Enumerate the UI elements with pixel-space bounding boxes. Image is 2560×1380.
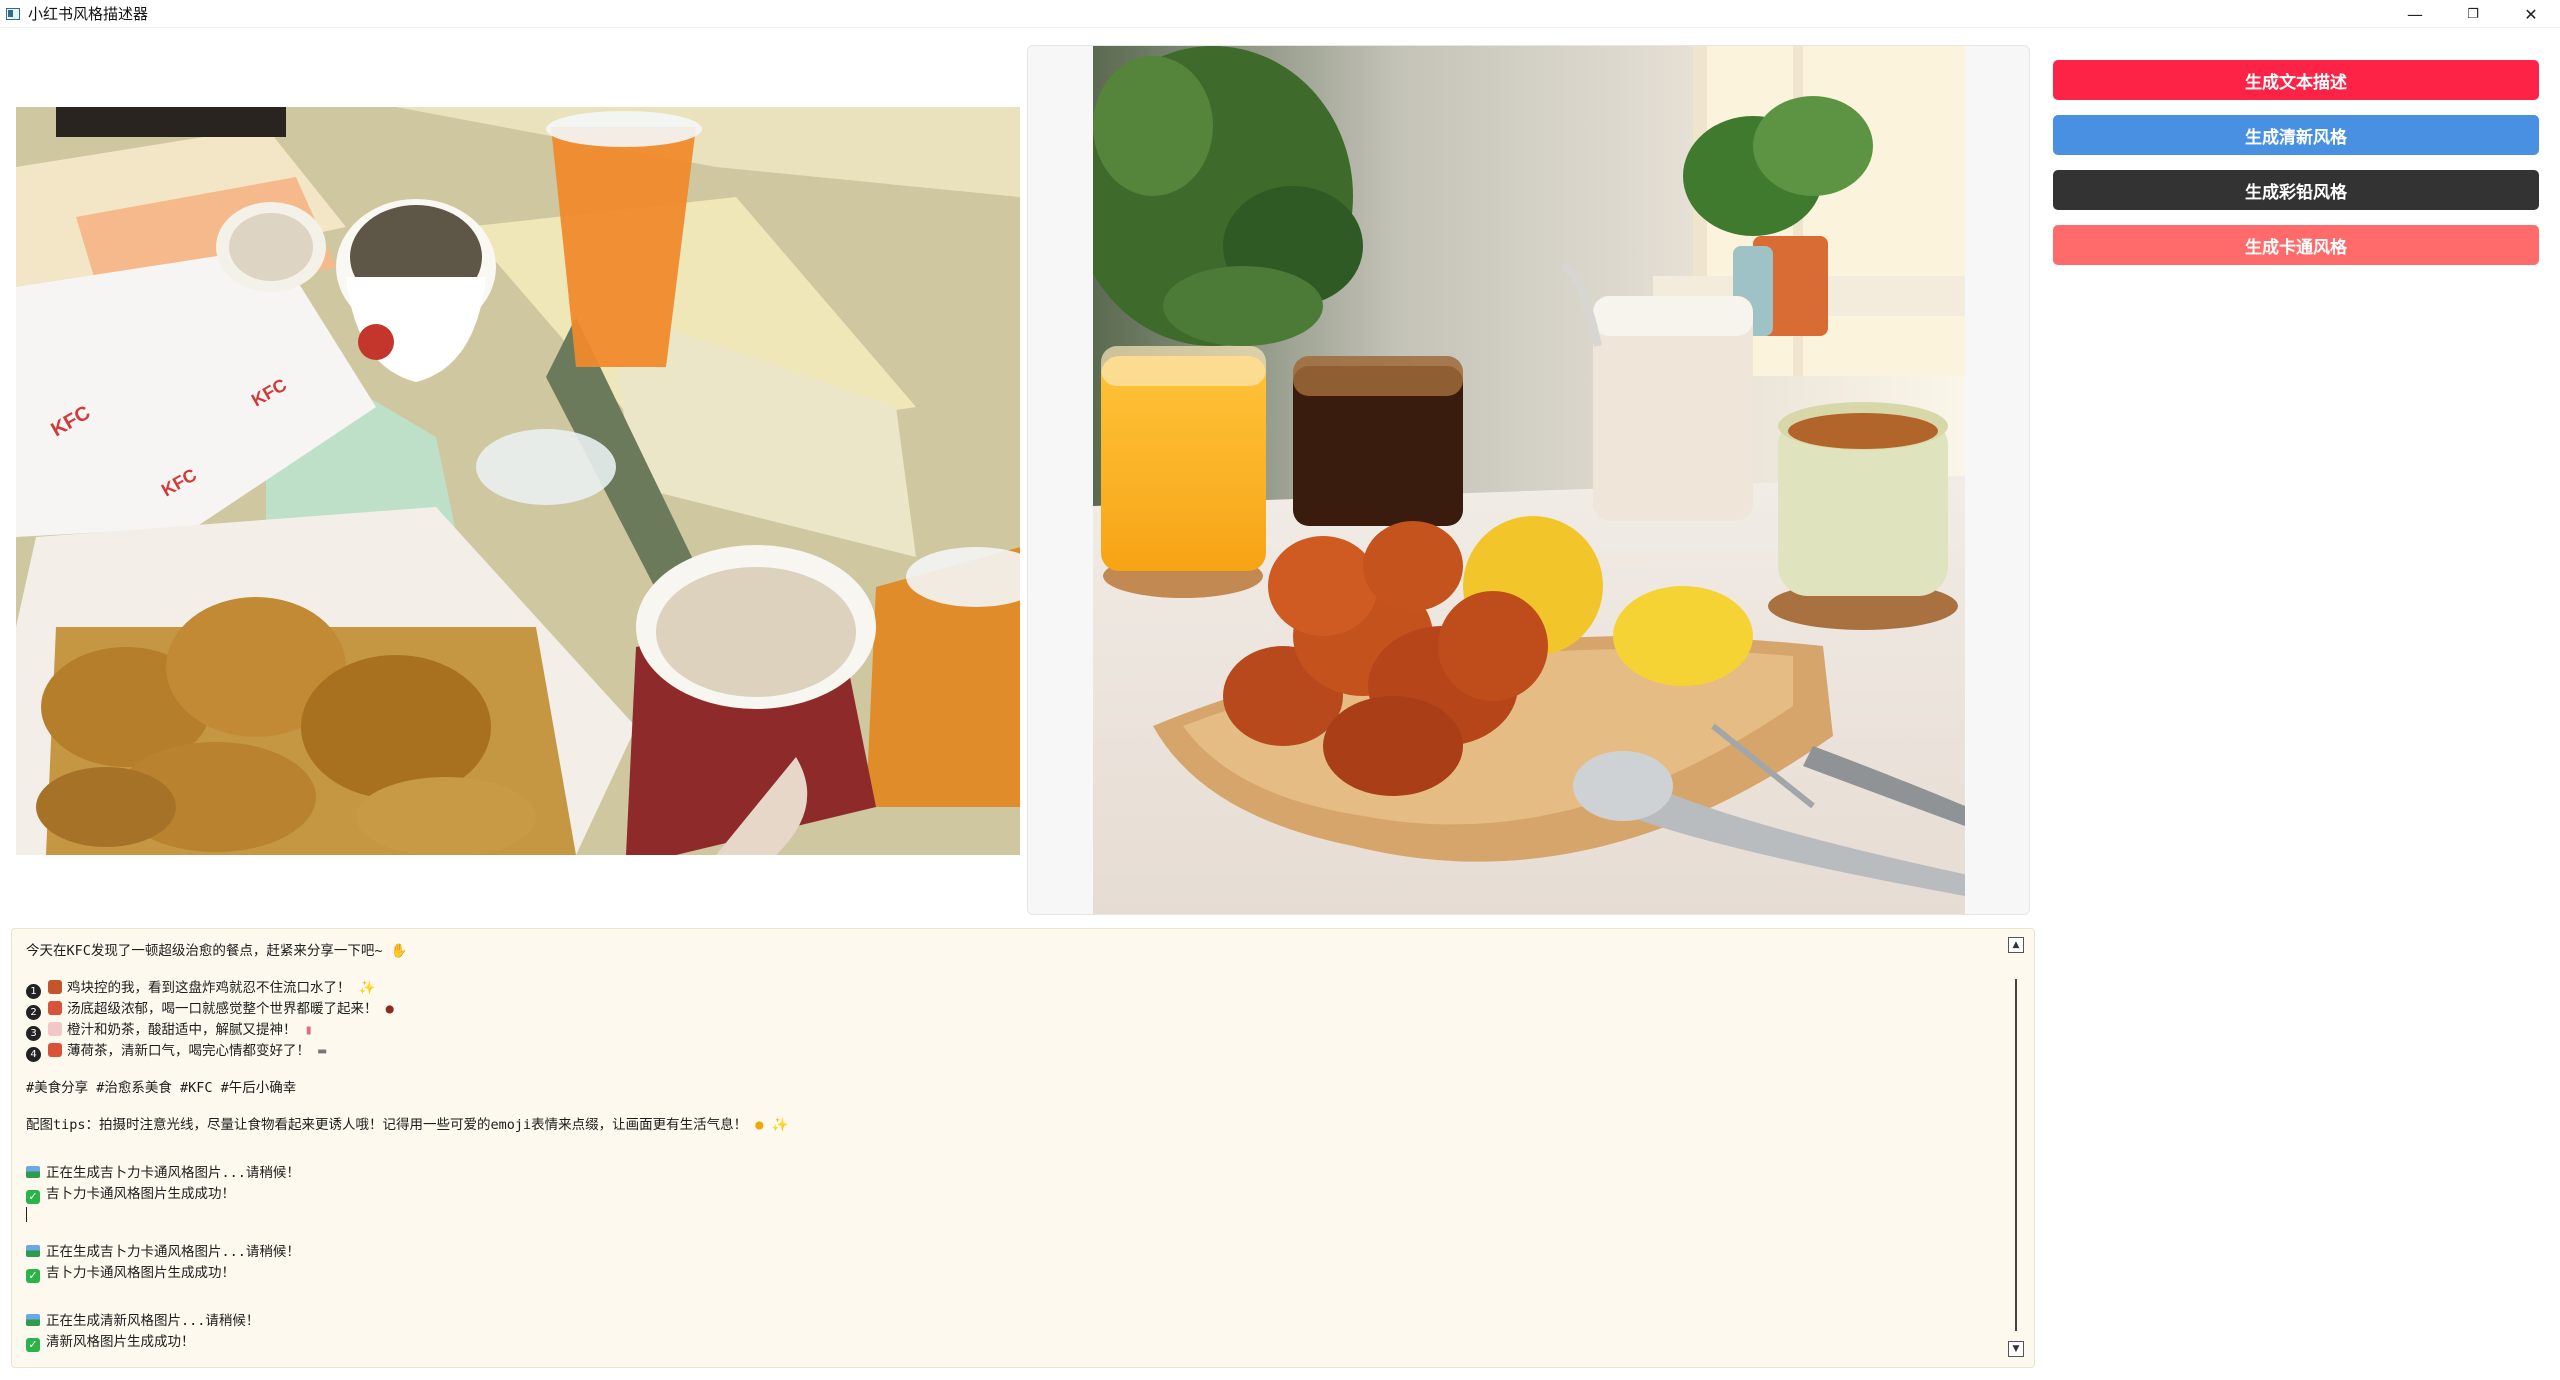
item-text: 鸡块控的我，看到这盘炸鸡就忍不住流口水了！ bbox=[67, 980, 351, 996]
vertical-scrollbar[interactable]: ▲ ▼ bbox=[2008, 937, 2026, 1357]
generate-fresh-style-button[interactable]: 生成清新风格 bbox=[2053, 115, 2539, 155]
check-icon: ✓ bbox=[26, 1338, 40, 1352]
mint-tea-icon bbox=[48, 1043, 62, 1057]
generate-cartoon-style-button[interactable]: 生成卡通风格 bbox=[2053, 225, 2539, 265]
close-button[interactable]: ✕ bbox=[2502, 0, 2560, 28]
generated-photo-image bbox=[1093, 46, 1965, 914]
scrollbar-track[interactable] bbox=[2008, 957, 2024, 1337]
text-cursor bbox=[26, 1207, 27, 1222]
soup-icon bbox=[48, 1001, 62, 1015]
log-done: 吉卜力卡通风格图片生成成功！ bbox=[46, 1186, 235, 1202]
minimize-button[interactable]: — bbox=[2386, 0, 2444, 28]
app-icon bbox=[6, 7, 20, 20]
item-text: 汤底超级浓郁，喝一口就感觉整个世界都暖了起来！ bbox=[67, 1001, 378, 1017]
tea-icon: ▬ bbox=[310, 1043, 327, 1059]
scroll-down-button[interactable]: ▼ bbox=[2008, 1341, 2024, 1357]
original-photo-image: KFC KFC KFC bbox=[16, 107, 1020, 855]
generated-photo bbox=[1093, 46, 1965, 914]
image-icon bbox=[26, 1245, 40, 1257]
log-done: 吉卜力卡通风格图片生成成功！ bbox=[46, 1265, 235, 1281]
generate-colored-pencil-button[interactable]: 生成彩铅风格 bbox=[2053, 170, 2539, 210]
item-text: 橙汁和奶茶，酸甜适中，解腻又提神！ bbox=[67, 1022, 297, 1038]
sparkle-icon: ✨ bbox=[350, 980, 376, 996]
check-icon: ✓ bbox=[26, 1190, 40, 1204]
original-photo: KFC KFC KFC bbox=[16, 107, 1020, 855]
cup-icon: ▮ bbox=[296, 1022, 313, 1038]
image-icon bbox=[26, 1166, 40, 1178]
sparkle-icon: ✨ bbox=[763, 1117, 789, 1133]
hashtags: #美食分享 #治愈系美食 #KFC #午后小确幸 bbox=[26, 1080, 297, 1096]
maximize-button[interactable]: ❐ bbox=[2444, 0, 2502, 28]
number-badge: 3 bbox=[26, 1026, 41, 1041]
number-badge: 1 bbox=[26, 984, 41, 999]
bubble-tea-icon bbox=[48, 1022, 62, 1036]
log-pending: 正在生成清新风格图片...请稍候！ bbox=[46, 1313, 260, 1329]
generate-text-button[interactable]: 生成文本描述 bbox=[2053, 60, 2539, 100]
window-title: 小红书风格描述器 bbox=[28, 5, 149, 23]
tips-text: 配图tips：拍摄时注意光线，尽量让食物看起来更诱人哦！记得用一些可爱的emoj… bbox=[26, 1117, 748, 1133]
window-titlebar: 小红书风格描述器 — ❐ ✕ bbox=[0, 0, 2560, 28]
number-badge: 4 bbox=[26, 1047, 41, 1062]
smile-icon: ● bbox=[747, 1117, 764, 1133]
output-textarea[interactable]: 今天在KFC发现了一顿超级治愈的餐点，赶紧来分享一下吧~ ✋ 1 鸡块控的我，看到… bbox=[11, 928, 2035, 1368]
image-icon bbox=[26, 1314, 40, 1326]
generated-image-panel bbox=[1027, 45, 2030, 915]
drink-icon: ● bbox=[377, 1001, 394, 1017]
hand-icon: ✋ bbox=[382, 943, 408, 959]
log-done: 清新风格图片生成成功！ bbox=[46, 1334, 195, 1350]
item-text: 薄荷茶，清新口气，喝完心情都变好了！ bbox=[67, 1043, 310, 1059]
check-icon: ✓ bbox=[26, 1269, 40, 1283]
output-content: 今天在KFC发现了一顿超级治愈的餐点，赶紧来分享一下吧~ ✋ 1 鸡块控的我，看到… bbox=[26, 941, 2006, 1353]
number-badge: 2 bbox=[26, 1005, 41, 1020]
log-pending: 正在生成吉卜力卡通风格图片...请稍候！ bbox=[46, 1165, 300, 1181]
window-controls: — ❐ ✕ bbox=[2386, 0, 2560, 28]
scrollbar-thumb[interactable] bbox=[2015, 979, 2017, 1331]
scroll-up-button[interactable]: ▲ bbox=[2008, 937, 2024, 953]
action-buttons: 生成文本描述 生成清新风格 生成彩铅风格 生成卡通风格 bbox=[2053, 60, 2539, 280]
log-pending: 正在生成吉卜力卡通风格图片...请稍候！ bbox=[46, 1244, 300, 1260]
chicken-icon bbox=[48, 980, 62, 994]
intro-text: 今天在KFC发现了一顿超级治愈的餐点，赶紧来分享一下吧~ bbox=[26, 943, 383, 959]
